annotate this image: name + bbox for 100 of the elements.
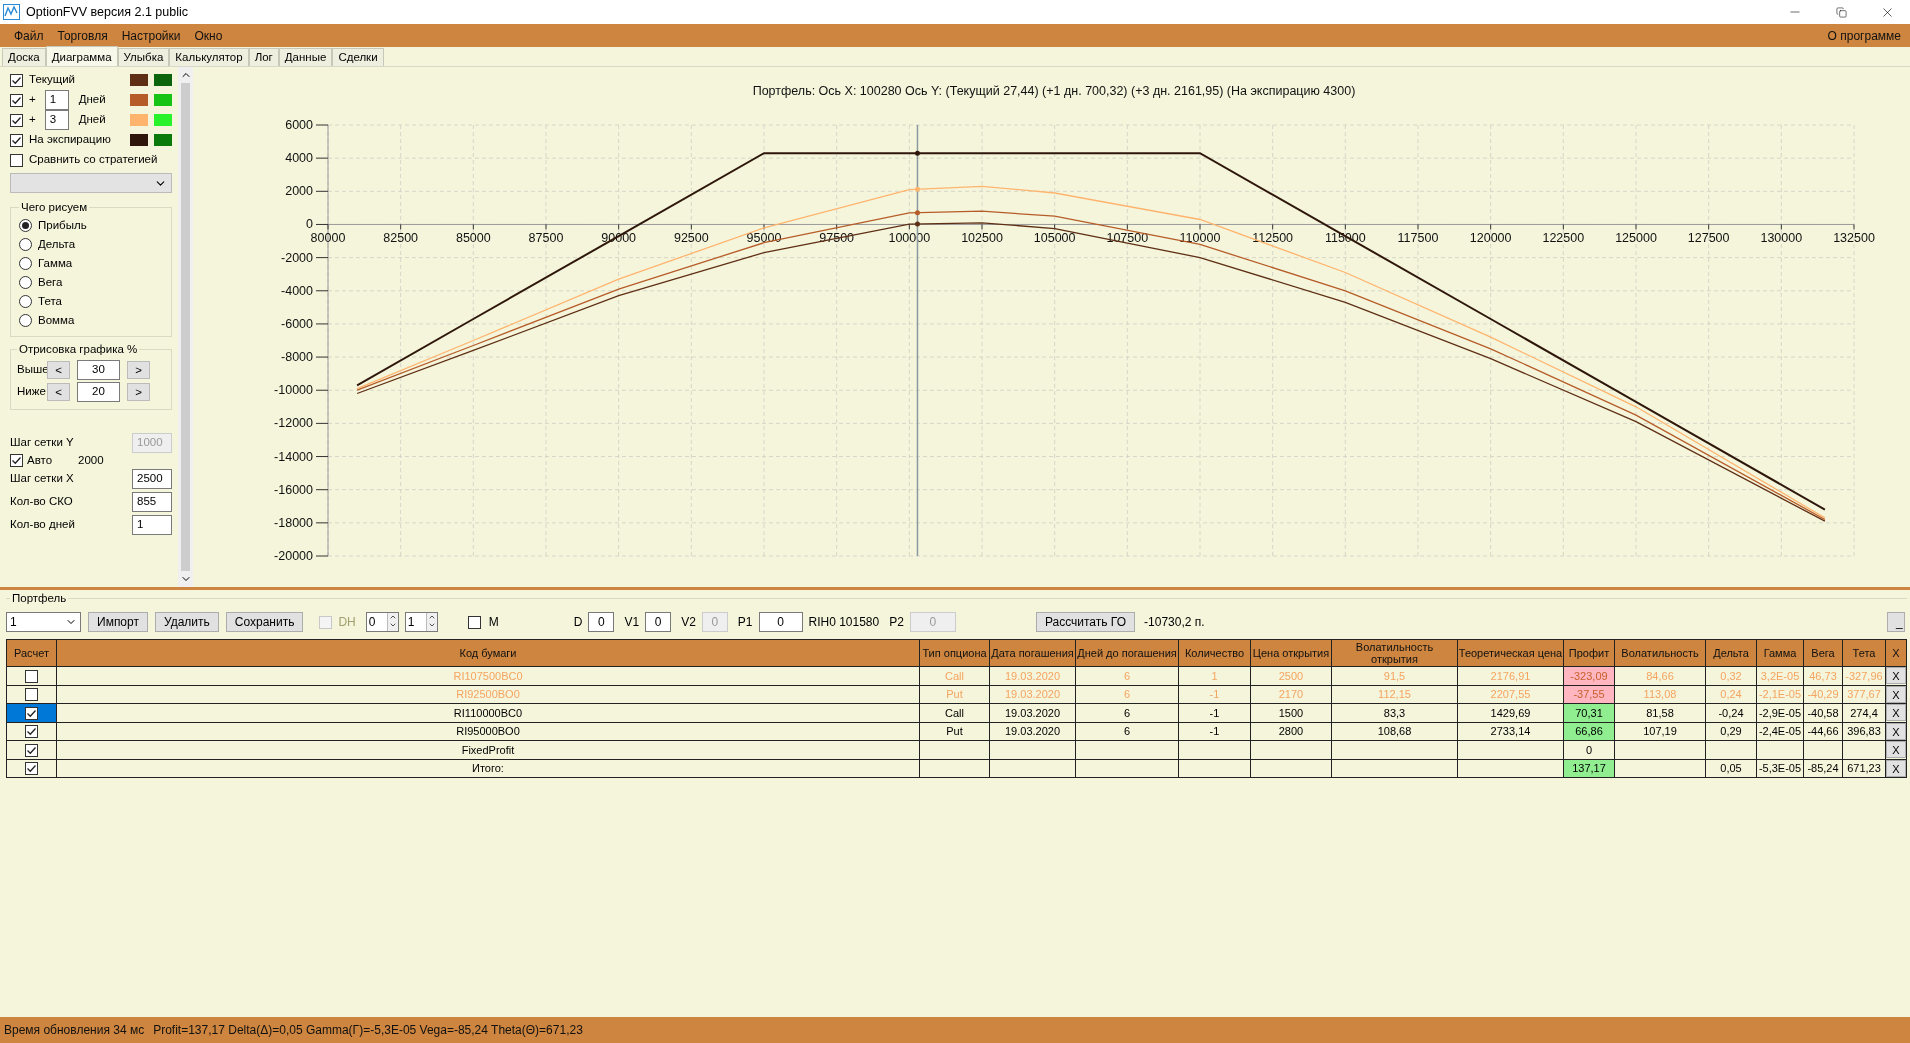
checkbox[interactable] — [25, 743, 38, 757]
tab[interactable]: Сделки — [332, 48, 384, 66]
checkbox[interactable] — [10, 113, 23, 127]
input-field[interactable]: 1 — [44, 90, 69, 110]
portfolio-select[interactable]: 1 — [6, 612, 81, 633]
column-header[interactable]: Количество — [1178, 639, 1251, 667]
row-selector-cell[interactable] — [6, 740, 57, 760]
menu-item[interactable]: Окно — [187, 26, 230, 45]
color-swatch[interactable] — [154, 94, 172, 106]
row-selector-cell[interactable] — [6, 685, 57, 704]
menu-item[interactable]: О программе — [1827, 26, 1903, 45]
table-cell: 19.03.2020 — [989, 666, 1076, 686]
increase-button[interactable]: > — [127, 382, 150, 401]
delete-button[interactable]: X — [1886, 667, 1906, 685]
column-header[interactable]: Теоретическая цена — [1457, 639, 1564, 667]
button[interactable]: Удалить — [154, 612, 219, 633]
input-field[interactable]: 0 — [758, 612, 803, 633]
decrease-button[interactable]: < — [47, 382, 70, 401]
delete-button[interactable]: X — [1886, 741, 1906, 759]
spin-field[interactable]: 0 — [365, 612, 399, 633]
input-field[interactable]: 0 — [645, 612, 672, 633]
delete-button[interactable]: X — [1886, 704, 1906, 722]
color-swatch[interactable] — [154, 134, 172, 146]
column-header[interactable]: Гамма — [1756, 639, 1804, 667]
column-header[interactable]: Тета — [1842, 639, 1886, 667]
table-cell: Итого: — [56, 759, 920, 778]
checkbox[interactable] — [10, 73, 23, 87]
color-swatch[interactable] — [130, 94, 148, 106]
row-selector-cell[interactable] — [6, 759, 57, 778]
radio-button[interactable] — [19, 276, 32, 290]
input-field[interactable]: 20 — [77, 381, 120, 402]
column-header[interactable]: Цена открытия — [1250, 639, 1332, 667]
column-header[interactable]: Код бумаги — [56, 639, 920, 667]
input-field[interactable]: 0 — [588, 612, 615, 633]
row-selector-cell[interactable] — [6, 722, 57, 741]
field-label: V2 — [681, 614, 696, 632]
axis-label: -14000 — [274, 449, 313, 464]
tab[interactable]: Улыбка — [117, 48, 170, 66]
table-cell: 2500 — [1250, 666, 1332, 686]
column-header[interactable]: Дней до погашения — [1075, 639, 1179, 667]
setting-label: Шаг сетки X — [10, 471, 74, 487]
row-selector-cell[interactable] — [6, 666, 57, 686]
color-swatch[interactable] — [130, 134, 148, 146]
checkbox[interactable] — [10, 133, 23, 147]
column-header[interactable]: Дата погашения — [989, 639, 1076, 667]
days-label: Дней — [78, 112, 106, 128]
radio-label: Дельта — [38, 237, 76, 253]
column-header[interactable]: Волатильность открытия — [1331, 639, 1458, 667]
column-header[interactable]: Дельта — [1705, 639, 1757, 667]
button[interactable]: _ — [1887, 612, 1905, 633]
menu-item[interactable]: Настройки — [114, 26, 188, 45]
increase-button[interactable]: > — [127, 360, 150, 379]
column-header[interactable]: Тип опциона — [919, 639, 990, 667]
menu-item[interactable]: Торговля — [50, 26, 115, 45]
decrease-button[interactable]: < — [47, 360, 70, 379]
tab[interactable]: Диаграмма — [45, 46, 118, 66]
radio-button[interactable] — [19, 238, 32, 252]
checkbox[interactable] — [10, 153, 23, 167]
column-header[interactable]: Вега — [1803, 639, 1843, 667]
dh-label: DH — [338, 614, 356, 632]
button[interactable]: Импорт — [88, 612, 148, 633]
radio-button[interactable] — [19, 257, 32, 271]
checkbox[interactable] — [10, 93, 23, 107]
input-field[interactable]: 2500 — [132, 469, 172, 489]
table-cell: 6 — [1075, 685, 1179, 704]
color-swatch[interactable] — [130, 114, 148, 126]
column-header[interactable]: Профит — [1563, 639, 1615, 667]
button[interactable]: Рассчитать ГО — [1035, 612, 1136, 633]
color-swatch[interactable] — [154, 74, 172, 86]
color-swatch[interactable] — [130, 74, 148, 86]
input-field[interactable]: 3 — [44, 110, 69, 130]
tab[interactable]: Данные — [278, 48, 333, 66]
color-swatch[interactable] — [154, 114, 172, 126]
table-cell: 6 — [1075, 666, 1179, 686]
checkbox[interactable] — [25, 669, 38, 683]
checkbox[interactable] — [25, 706, 38, 720]
radio-label: Вомма — [38, 313, 75, 329]
column-header[interactable]: Волатильность — [1614, 639, 1706, 667]
spin-field[interactable]: 1 — [404, 612, 438, 633]
column-header[interactable]: X — [1885, 639, 1907, 667]
column-header[interactable]: Расчет — [6, 639, 57, 667]
axis-label: -2000 — [281, 250, 313, 265]
checkbox[interactable] — [467, 615, 481, 629]
radio-button[interactable] — [19, 314, 32, 328]
input-field[interactable]: 855 — [132, 492, 172, 512]
checkbox[interactable] — [25, 688, 38, 701]
input-field[interactable]: 30 — [77, 359, 120, 380]
tab[interactable]: Доска — [2, 48, 46, 66]
menu-item[interactable]: Файл — [7, 26, 51, 45]
button[interactable]: Сохранить — [225, 612, 304, 633]
radio-button[interactable] — [19, 295, 32, 309]
table-cell: -2,9E-05 — [1756, 703, 1804, 723]
checkbox[interactable] — [25, 762, 38, 775]
input-field[interactable]: 1 — [132, 515, 172, 535]
scrollbar[interactable] — [178, 67, 193, 587]
tab[interactable]: Лог — [248, 48, 279, 66]
checkbox[interactable] — [25, 725, 38, 738]
tab[interactable]: Калькулятор — [169, 48, 249, 66]
checkbox[interactable] — [10, 454, 23, 467]
radio-button[interactable] — [19, 219, 32, 233]
